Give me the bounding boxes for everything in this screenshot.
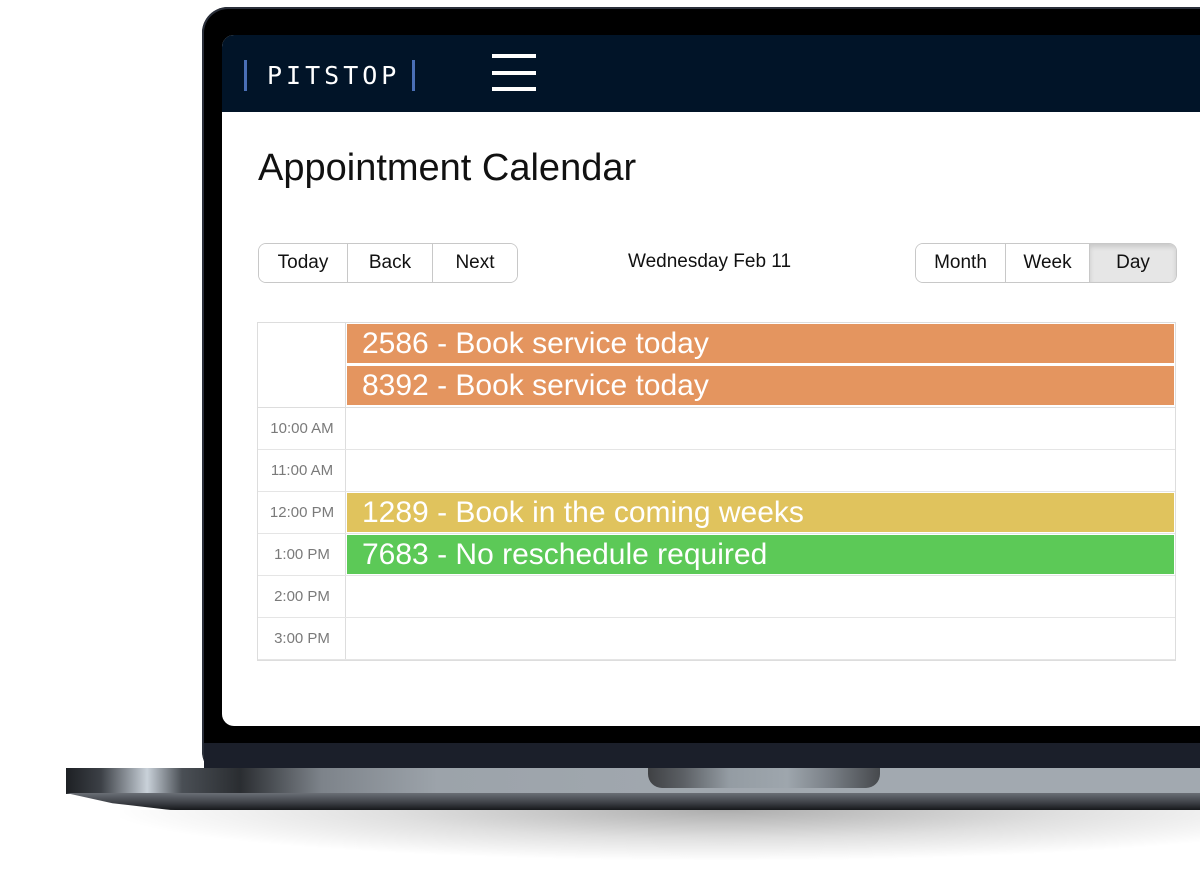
appointment-event[interactable]: 8392 - Book service today	[347, 366, 1174, 405]
view-switcher: Month Week Day	[915, 243, 1177, 283]
laptop-hinge-notch	[648, 768, 880, 788]
next-button[interactable]: Next	[433, 244, 517, 282]
laptop-bezel-bottom	[204, 743, 1200, 769]
laptop-base	[66, 768, 1200, 794]
back-button[interactable]: Back	[348, 244, 433, 282]
appointment-event[interactable]: 2586 - Book service today	[347, 324, 1174, 363]
laptop-base-edge	[66, 793, 1200, 810]
brand-name: PITSTOP	[267, 60, 401, 90]
menu-line	[492, 71, 536, 75]
hamburger-menu-icon[interactable]	[492, 53, 536, 93]
menu-line	[492, 54, 536, 58]
menu-line	[492, 87, 536, 91]
pitstop-logo[interactable]: PITSTOP	[244, 59, 416, 91]
month-view-button[interactable]: Month	[916, 244, 1006, 282]
today-button[interactable]: Today	[259, 244, 348, 282]
page-title: Appointment Calendar	[258, 147, 637, 189]
day-view-button[interactable]: Day	[1090, 244, 1176, 282]
time-slot-row[interactable]: 2:00 PM	[258, 576, 1175, 618]
laptop-screen: PITSTOP Appointment Calendar Today Back …	[222, 35, 1200, 726]
day-calendar-grid: 10:00 AM 11:00 AM 12:00 PM 1:00 PM 2:00 …	[257, 322, 1176, 661]
logo-bar-right	[412, 59, 416, 91]
laptop-shadow	[120, 810, 1200, 860]
time-slot-label: 10:00 AM	[270, 420, 334, 437]
time-slot-row[interactable]: 11:00 AM	[258, 450, 1175, 492]
current-date-label: Wednesday Feb 11	[628, 251, 792, 272]
time-slot-label: 1:00 PM	[274, 546, 330, 563]
appointment-event[interactable]: 1289 - Book in the coming weeks	[347, 493, 1174, 532]
date-navigation: Today Back Next	[258, 243, 518, 283]
app-header: PITSTOP	[222, 35, 1200, 112]
appointment-event[interactable]: 7683 - No reschedule required	[347, 535, 1174, 574]
time-slot-row[interactable]: 10:00 AM	[258, 408, 1175, 450]
time-slot-row[interactable]: 3:00 PM	[258, 618, 1175, 660]
time-slot-label: 11:00 AM	[270, 462, 334, 479]
time-slot-label: 12:00 PM	[269, 504, 335, 521]
week-view-button[interactable]: Week	[1006, 244, 1090, 282]
time-slot-label: 2:00 PM	[274, 588, 330, 605]
time-slot-label: 3:00 PM	[274, 630, 330, 647]
